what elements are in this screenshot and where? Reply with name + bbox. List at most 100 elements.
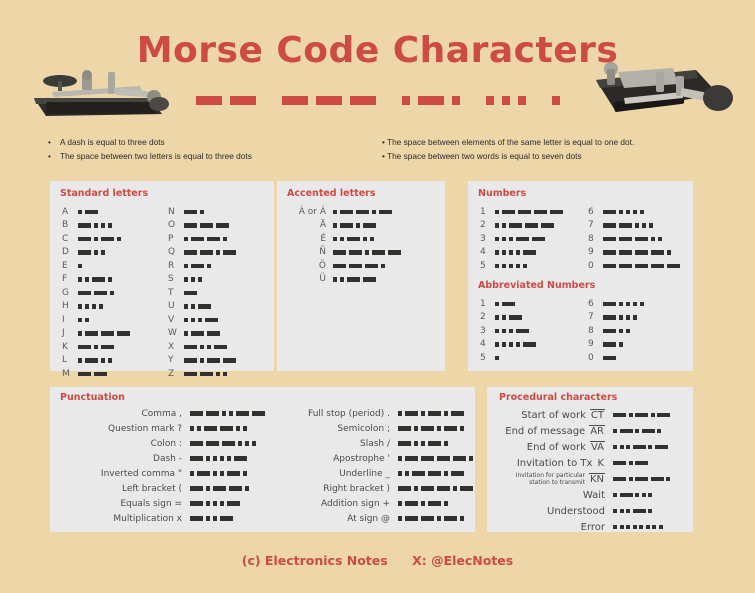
character-label: J bbox=[62, 328, 65, 339]
character-label: Ü bbox=[319, 274, 326, 285]
morse-dot bbox=[333, 223, 337, 228]
morse-dash bbox=[650, 476, 664, 482]
morse-code bbox=[613, 460, 689, 466]
character-label: 7 bbox=[588, 220, 594, 231]
morse-dash bbox=[641, 428, 655, 434]
morse-entry-row: 7 bbox=[588, 311, 644, 325]
accented-letters-list: À or Á ÄÉÑÖÜ bbox=[282, 205, 401, 286]
morse-dash bbox=[207, 358, 220, 363]
morse-entry-row: D bbox=[62, 246, 130, 260]
morse-dash bbox=[78, 250, 91, 255]
morse-code bbox=[613, 476, 689, 482]
morse-code bbox=[78, 317, 89, 322]
morse-dash bbox=[532, 236, 545, 241]
numbers-column-2: 6 7 8 9 0 bbox=[588, 205, 680, 273]
morse-dash bbox=[525, 223, 538, 228]
morse-dot bbox=[421, 411, 425, 416]
morse-dot bbox=[509, 328, 513, 333]
morse-dash bbox=[657, 412, 670, 418]
morse-dot bbox=[642, 223, 646, 228]
morse-dash bbox=[516, 236, 529, 241]
morse-dot bbox=[651, 236, 655, 241]
morse-dash bbox=[651, 263, 664, 268]
morse-dot bbox=[340, 277, 344, 282]
character-label: Z bbox=[168, 368, 175, 379]
character-label: Ñ bbox=[319, 247, 326, 258]
morse-code bbox=[398, 441, 448, 446]
procedural-label: Invitation to Tx bbox=[516, 457, 593, 469]
character-label: D bbox=[62, 247, 69, 258]
morse-dot bbox=[619, 328, 623, 333]
character-label: M bbox=[62, 368, 70, 379]
morse-dash bbox=[603, 315, 616, 320]
section-title-abbreviated-numbers: Abbreviated Numbers bbox=[478, 280, 596, 291]
morse-dot bbox=[641, 492, 646, 498]
morse-dot bbox=[613, 492, 617, 498]
morse-entry-row: Question mark ? bbox=[52, 421, 265, 436]
morse-dot bbox=[213, 501, 217, 506]
morse-dash bbox=[421, 426, 434, 431]
morse-entry-row: Left bracket ( bbox=[52, 481, 265, 496]
morse-dash bbox=[421, 516, 434, 521]
morse-dot bbox=[619, 508, 624, 514]
morse-dash bbox=[603, 223, 616, 228]
morse-code bbox=[603, 355, 616, 360]
morse-dot bbox=[190, 426, 194, 431]
morse-dash bbox=[200, 223, 213, 228]
morse-entry-row: End of message AR bbox=[491, 423, 689, 439]
numbers-column-1: 1 2 3 4 5 bbox=[480, 205, 563, 273]
morse-dash bbox=[523, 342, 536, 347]
character-label: K bbox=[62, 341, 68, 352]
morse-dot bbox=[398, 501, 402, 506]
morse-dot bbox=[640, 301, 644, 306]
character-label: O bbox=[168, 220, 176, 231]
morse-dash bbox=[550, 209, 563, 214]
punctuation-label: Comma , bbox=[141, 408, 182, 419]
decorative-morse-group bbox=[401, 96, 460, 105]
morse-code bbox=[398, 486, 473, 491]
morse-dot bbox=[223, 371, 227, 376]
morse-dot bbox=[460, 516, 464, 521]
panel-numbers: Numbers 12345 67890 Abbreviated Numbers … bbox=[468, 181, 693, 371]
decorative-dash bbox=[349, 96, 376, 105]
morse-dot bbox=[414, 486, 418, 491]
morse-dot bbox=[619, 301, 623, 306]
morse-dash bbox=[78, 290, 91, 295]
morse-dash bbox=[363, 223, 376, 228]
morse-dash bbox=[428, 501, 441, 506]
morse-dash bbox=[78, 236, 91, 241]
morse-dot bbox=[495, 263, 499, 268]
morse-entry-row: F bbox=[62, 273, 130, 287]
morse-dash bbox=[388, 250, 401, 255]
morse-entry-row: M bbox=[62, 367, 130, 381]
morse-code bbox=[184, 331, 220, 336]
morse-dot bbox=[200, 358, 204, 363]
decorative-morse-group bbox=[195, 96, 256, 105]
morse-dot bbox=[213, 456, 217, 461]
morse-code bbox=[603, 315, 637, 320]
morse-dot bbox=[227, 456, 231, 461]
morse-dot bbox=[509, 250, 513, 255]
morse-entry-row: Addition sign + bbox=[265, 496, 473, 511]
morse-dot bbox=[356, 223, 360, 228]
character-label: 5 bbox=[480, 260, 486, 271]
character-label: 8 bbox=[588, 325, 594, 336]
morse-dash bbox=[94, 290, 107, 295]
morse-code bbox=[603, 263, 680, 268]
morse-dash bbox=[347, 236, 360, 241]
morse-dash bbox=[405, 411, 418, 416]
morse-dot bbox=[639, 524, 643, 530]
morse-dash bbox=[205, 317, 218, 322]
morse-dot bbox=[437, 426, 441, 431]
morse-dot bbox=[626, 328, 630, 333]
morse-entry-row: K bbox=[62, 340, 130, 354]
morse-dot bbox=[516, 342, 520, 347]
morse-dot bbox=[523, 263, 527, 268]
morse-dash bbox=[509, 223, 522, 228]
character-label: Ö bbox=[318, 260, 326, 271]
morse-dot bbox=[200, 209, 204, 214]
morse-code bbox=[190, 471, 247, 476]
morse-dot bbox=[213, 516, 217, 521]
footer-copyright: (c) Electronics Notes bbox=[241, 553, 388, 568]
morse-entry-row: Full stop (period) . bbox=[265, 406, 473, 421]
